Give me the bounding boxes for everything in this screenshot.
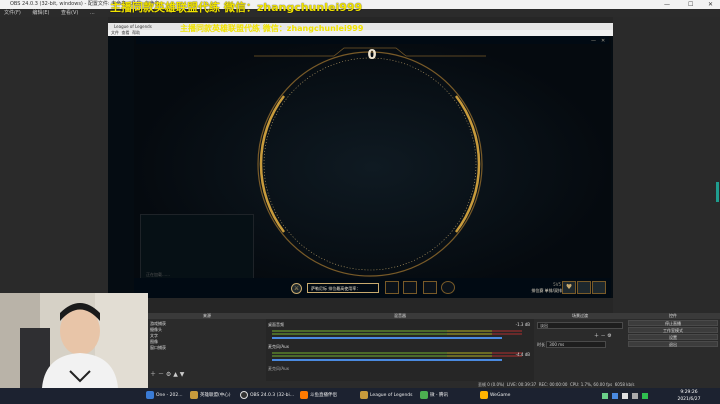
summoner-spell-slot-1[interactable] [385, 281, 399, 294]
game-mode-subtitle: 排位赛 单排/双排 [531, 288, 562, 293]
volume-meter [272, 330, 522, 332]
clock-time: 9:29:26 [680, 390, 698, 395]
taskbar-item-obs[interactable]: OBS 24.0.3 (32-bi... [240, 388, 294, 404]
collection-icon[interactable] [577, 281, 591, 294]
mixer-channel-db: -4.4 dB [515, 352, 530, 357]
svg-text:✕: ✕ [601, 38, 605, 44]
clock-date: 2021/6/27 [677, 397, 701, 402]
stop-streaming-button[interactable]: 停止直播 [628, 320, 718, 326]
transition-select[interactable]: 淡出 [537, 322, 623, 329]
game-menu-help[interactable]: 帮助 [132, 30, 140, 35]
preview-right-strip [613, 17, 720, 313]
move-down-icon[interactable]: ▼ [180, 371, 185, 378]
sources-dock: 来源 游戏捕获 摄像头 文字 图像 窗口捕获 ＋ － ⚙ ▲ ▼ [148, 313, 266, 381]
settings-icon[interactable] [592, 281, 606, 294]
rune-icon[interactable]: ⚔ [291, 283, 302, 294]
source-settings-icon[interactable]: ⚙ [166, 371, 171, 378]
windows-taskbar: One - 202... 英雄联盟(中心) OBS 24.0.3 (32-bi.… [0, 388, 720, 404]
volume-meter [272, 355, 522, 357]
lol-icon [360, 390, 368, 399]
taskbar-item-wechat[interactable]: 微 - 腾讯 [420, 388, 448, 404]
duration-input[interactable]: 300 ms [546, 341, 607, 348]
taskbar-clock[interactable]: 9:29:26 2021/6/27 [672, 389, 706, 403]
transitions-title: 场景过渡 [534, 313, 626, 319]
mixer-channel-name: 桌面音频 [268, 322, 284, 327]
remove-transition-icon[interactable]: － [601, 333, 606, 339]
volume-meter [272, 333, 522, 335]
stream-overlay-caption: 主播同款英雄联盟代练 微信：zhangchunlei999 [110, 1, 363, 14]
rec-time: REC: 00:00:00 [538, 382, 568, 387]
transition-settings-icon[interactable]: ⚙ [607, 333, 611, 339]
menu-more[interactable]: ... [90, 10, 95, 16]
heart-icon[interactable]: ♥ [562, 281, 576, 294]
remove-source-icon[interactable]: － [158, 371, 164, 378]
studio-mode-button[interactable]: 工作室模式 [628, 327, 718, 333]
source-item[interactable]: 窗口捕获 [148, 345, 266, 351]
scrollbar-thumb[interactable] [716, 182, 719, 202]
obs-status-bar: 丢帧 0 (0.0%) LIVE: 00:39:37 REC: 00:00:00… [148, 381, 720, 388]
game-menu-file[interactable]: 文件 [111, 30, 119, 35]
mixer-channel-name: 麦克风/Aux [268, 344, 289, 349]
emote-slot[interactable] [441, 281, 455, 294]
app-icon [146, 390, 154, 399]
duration-label: 时长 [537, 342, 545, 347]
queue-info-button[interactable]: 萨勒尼标 排位最高使用率： [307, 283, 379, 293]
game-mode-title: 5V5 [553, 282, 561, 287]
live-time: LIVE: 00:39:37 [506, 382, 537, 387]
taskbar-item-league[interactable]: League of Legends [360, 388, 413, 404]
app-icon [190, 390, 198, 399]
controls-title: 控件 [626, 313, 720, 319]
add-source-icon[interactable]: ＋ [150, 371, 156, 378]
taskbar-item-lol-center[interactable]: 英雄联盟(中心) [190, 388, 231, 404]
scene-transitions-dock: 场景过渡 淡出 ＋ － ⚙ 时长 300 ms [534, 313, 626, 381]
app-icon [300, 390, 308, 399]
stream-overlay-caption-secondary: 主播同款英雄联盟代练 微信：zhangchunlei999 [180, 24, 364, 33]
minimize-icon[interactable]: — [664, 0, 670, 9]
streamer-photo [0, 293, 148, 388]
taskbar-item-onedrive[interactable]: One - 202... [146, 388, 183, 404]
menu-edit[interactable]: 编辑(E) [32, 10, 49, 16]
exit-button[interactable]: 退出 [628, 341, 718, 347]
bitrate: 6058 kb/s [614, 382, 635, 387]
pick-timer: 0 [367, 48, 377, 63]
volume-meter [272, 352, 522, 354]
cpu-usage: CPU: 1.7%, 60.00 fps [569, 382, 613, 387]
taskbar-item-douyu[interactable]: 斗鱼直播伴侣 [300, 388, 337, 404]
menu-file[interactable]: 文件(F) [4, 10, 21, 16]
preview-left-strip [0, 17, 108, 313]
volume-slider[interactable] [272, 337, 502, 339]
game-menu-view[interactable]: 查看 [122, 30, 130, 35]
webcam-feed [0, 293, 148, 388]
tray-icons [602, 393, 648, 399]
summoner-spell-slot-2[interactable] [403, 281, 417, 294]
ward-skin-slot[interactable] [423, 281, 437, 294]
taskbar-item-wegame[interactable]: WeGame [480, 388, 510, 404]
dropped-frames: 丢帧 0 (0.0%) [478, 382, 505, 387]
add-transition-icon[interactable]: ＋ [594, 333, 599, 339]
obs-icon [240, 390, 248, 399]
maximize-icon[interactable]: ☐ [688, 0, 693, 9]
app-icon [420, 390, 428, 399]
settings-button[interactable]: 设置 [628, 334, 718, 340]
move-up-icon[interactable]: ▲ [173, 371, 178, 378]
mixer-footer: 麦克风/Aux [268, 366, 289, 371]
close-icon[interactable]: ✕ [708, 0, 713, 9]
svg-text:—: — [591, 38, 596, 44]
volume-slider[interactable] [272, 359, 502, 361]
mixer-channel-db: -1.3 dB [515, 322, 530, 327]
audio-mixer-dock: 混音器 桌面音频 -1.3 dB 麦克风/Aux -4.4 dB 麦克风/Aux [266, 313, 534, 381]
system-tray[interactable] [600, 392, 660, 400]
menu-view[interactable]: 查看(V) [61, 10, 78, 16]
wegame-icon [480, 390, 488, 399]
controls-dock: 控件 停止直播 工作室模式 设置 退出 [626, 313, 720, 381]
